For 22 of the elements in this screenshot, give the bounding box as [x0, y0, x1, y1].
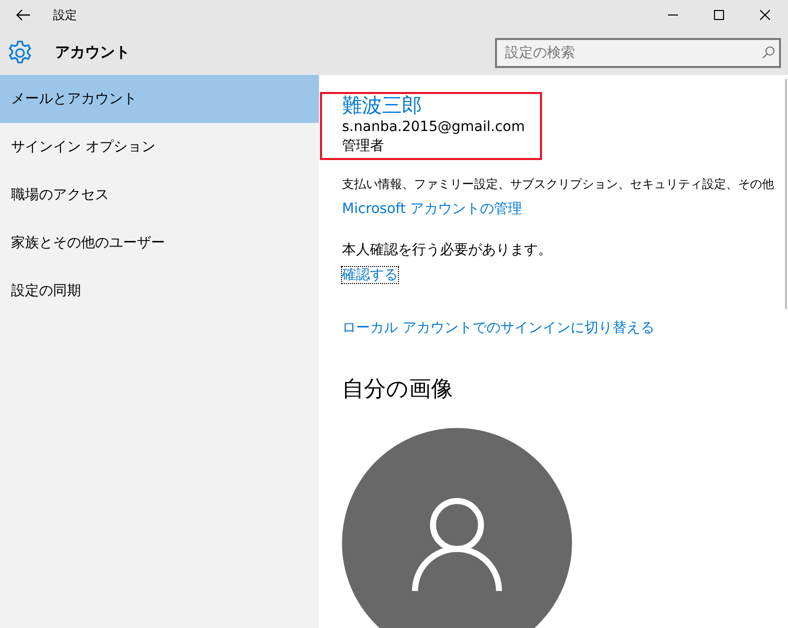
account-role: 管理者: [342, 137, 385, 156]
search-field[interactable]: 設定の検索: [495, 38, 781, 68]
section-heading: 自分の画像: [342, 376, 454, 404]
back-arrow-icon: [16, 9, 30, 21]
sidebar-item[interactable]: 職場のアクセス: [0, 171, 319, 220]
account-name: 難波三郎: [342, 93, 423, 118]
sidebar-item[interactable]: 家族とその他のユーザー: [0, 219, 319, 268]
window-title: 設定: [53, 7, 77, 24]
settings-icon: [7, 40, 33, 66]
account-email: s.nanba.2015@gmail.com: [342, 118, 526, 138]
switch-account-link[interactable]: ローカル アカウントでのサインインに切り替える: [342, 320, 654, 336]
verify-note: 本人確認を行う必要があります。: [342, 241, 553, 260]
maximize-icon: [714, 10, 724, 20]
sidebar-item[interactable]: サインイン オプション: [0, 123, 319, 172]
page-title: アカウント: [55, 42, 130, 64]
search-icon: [762, 46, 775, 59]
manage-account-link[interactable]: Microsoft アカウントの管理: [342, 201, 522, 218]
sidebar-item[interactable]: メールとアカウント: [0, 75, 319, 124]
description-text: 支払い情報、ファミリー設定、サブスクリプション、セキュリティ設定、その他: [342, 176, 775, 194]
sidebar-item[interactable]: 設定の同期: [0, 267, 319, 316]
verify-link[interactable]: 確認する: [342, 267, 398, 284]
close-icon: [760, 10, 770, 20]
